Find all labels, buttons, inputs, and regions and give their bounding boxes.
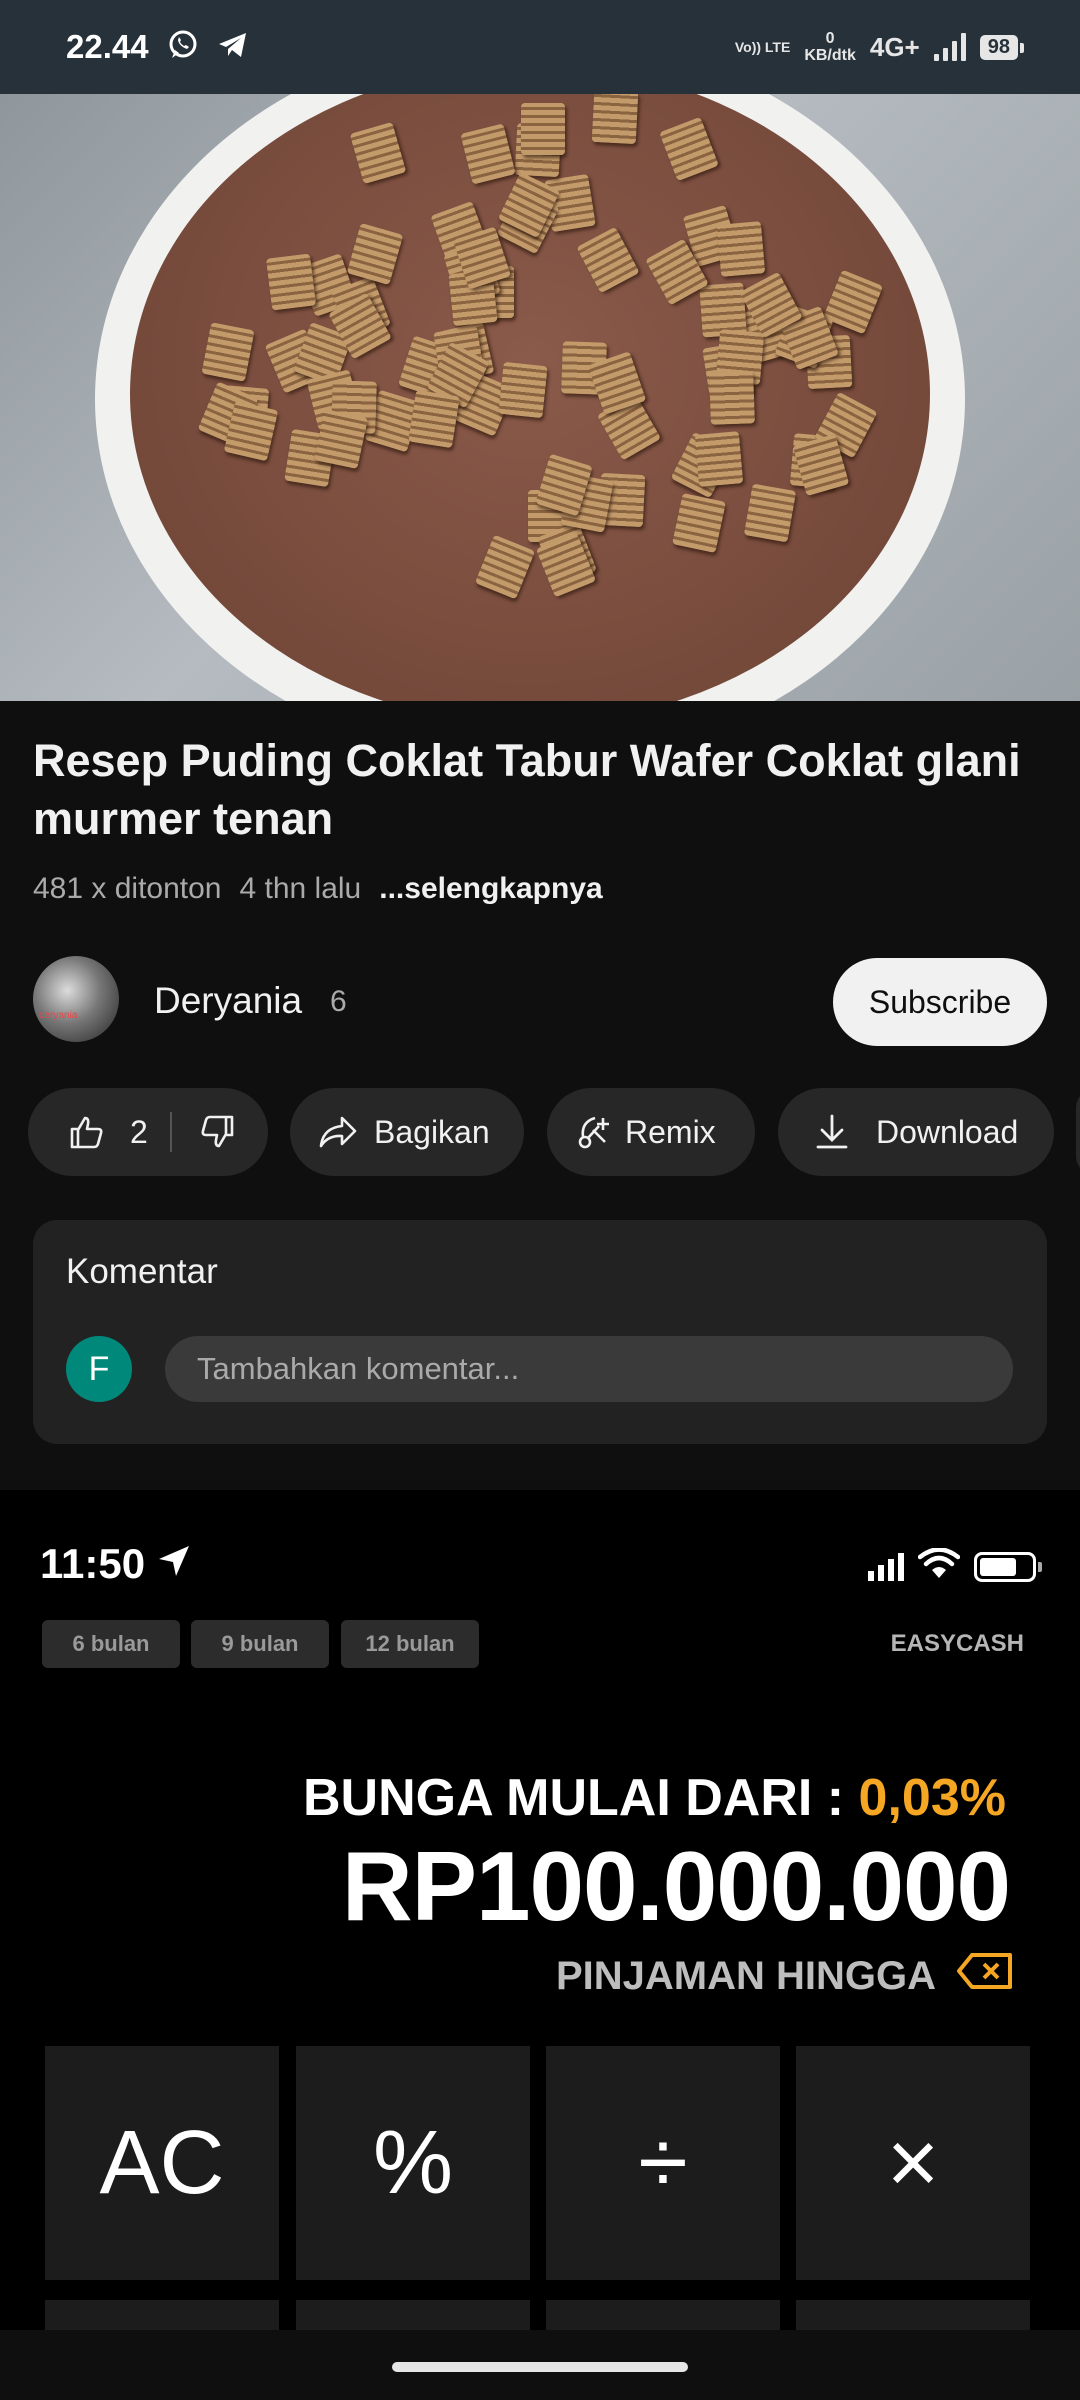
download-label: Download xyxy=(876,1113,1019,1150)
like-count: 2 xyxy=(130,1113,148,1150)
wafer-piece xyxy=(266,253,317,311)
share-label: Bagikan xyxy=(374,1113,490,1150)
wafer-piece xyxy=(694,431,743,488)
like-dislike-pill: 2 xyxy=(28,1088,268,1176)
like-divider xyxy=(169,1112,172,1152)
wafer-piece xyxy=(498,362,548,419)
calc-key-row2-4[interactable] xyxy=(796,2300,1030,2330)
ad-loan-label-row: PINJAMAN HINGGA xyxy=(556,1952,1014,2000)
ad-time: 11:50 xyxy=(40,1540,191,1588)
calc-key-row2-2[interactable] xyxy=(296,2300,530,2330)
wafer-piece xyxy=(717,221,766,277)
wafer-piece xyxy=(201,322,255,382)
avatar-caption: deryania xyxy=(39,1010,78,1021)
wafer-piece xyxy=(743,483,796,542)
dislike-icon[interactable] xyxy=(198,1113,236,1151)
calc-key-divide[interactable]: ÷ xyxy=(546,2046,780,2280)
channel-avatar[interactable]: deryania xyxy=(33,956,119,1042)
ad-wifi-icon xyxy=(917,1547,961,1585)
telegram-icon xyxy=(217,30,249,65)
calc-key-ac[interactable]: AC xyxy=(45,2046,279,2280)
video-player[interactable] xyxy=(0,94,1080,701)
remix-icon xyxy=(575,1112,615,1152)
calc-key-row2-3[interactable] xyxy=(546,2300,780,2330)
status-left: 22.44 xyxy=(66,28,249,66)
wafer-piece xyxy=(591,94,639,145)
whatsapp-icon xyxy=(167,29,199,66)
status-right: Vo)) LTE 0 KB/dtk 4G+ 98 xyxy=(734,30,1025,64)
wafer-piece xyxy=(709,371,755,426)
calc-key-row2-1[interactable] xyxy=(45,2300,279,2330)
share-button[interactable]: Bagikan xyxy=(290,1088,524,1176)
net-speed-unit: KB/dtk xyxy=(804,47,856,64)
ad-rate-label: BUNGA MULAI DARI : xyxy=(302,1769,845,1827)
calc-key-multiply[interactable]: × xyxy=(796,2046,1030,2280)
status-bar: 22.44 Vo)) LTE 0 KB/dtk 4G+ 98 xyxy=(0,0,1080,94)
subscribe-button[interactable]: Subscribe xyxy=(833,958,1047,1046)
backspace-icon xyxy=(956,1952,1014,2000)
subscriber-count: 6 xyxy=(330,985,347,1018)
wafer-piece xyxy=(521,102,566,155)
comments-section[interactable]: Komentar F Tambahkan komentar... xyxy=(33,1220,1047,1444)
tenor-option-6[interactable]: 6 bulan xyxy=(42,1620,180,1668)
share-icon xyxy=(318,1114,358,1150)
tenor-option-9[interactable]: 9 bulan xyxy=(191,1620,329,1668)
ad-loan-label: PINJAMAN HINGGA xyxy=(555,1953,936,1998)
signal-icon xyxy=(933,33,966,61)
network-type: 4G+ xyxy=(869,31,920,62)
calc-key-percent[interactable]: % xyxy=(296,2046,530,2280)
like-icon[interactable] xyxy=(68,1113,106,1151)
ad-time-text: 11:50 xyxy=(40,1540,146,1587)
home-indicator[interactable] xyxy=(392,2362,688,2372)
battery-icon: 98 xyxy=(979,34,1025,60)
view-count: 481 x ditonton xyxy=(33,872,222,905)
video-title[interactable]: Resep Puding Coklat Tabur Wafer Coklat g… xyxy=(33,732,1043,848)
more-link[interactable]: ...selengkapnya xyxy=(379,872,602,906)
channel-name[interactable]: Deryania xyxy=(154,980,302,1022)
ad-brand: EASYCASH xyxy=(890,1630,1024,1657)
more-actions-pill[interactable] xyxy=(1076,1088,1080,1176)
tenor-option-12[interactable]: 12 bulan xyxy=(341,1620,479,1668)
location-arrow-icon xyxy=(157,1540,191,1588)
ad-rate-line: BUNGA MULAI DARI : 0,03% xyxy=(303,1768,1006,1828)
ad-banner[interactable]: 11:50 6 bulan 9 bulan 12 bulan EASYCASH … xyxy=(0,1490,1080,2330)
net-speed: 0 KB/dtk xyxy=(804,30,856,64)
video-meta[interactable]: 481 x ditonton 4 thn lalu ...selengkapny… xyxy=(33,872,603,906)
comment-input[interactable]: Tambahkan komentar... xyxy=(165,1336,1013,1402)
download-icon xyxy=(814,1113,850,1151)
ad-loan-amount: RP100.000.000 xyxy=(341,1831,1011,1941)
ad-signal-icon xyxy=(868,1552,904,1581)
net-speed-value: 0 xyxy=(825,30,835,47)
remix-button[interactable]: Remix xyxy=(547,1088,755,1176)
ad-rate-value: 0,03% xyxy=(858,1769,1006,1827)
comments-title: Komentar xyxy=(66,1252,218,1291)
user-avatar: F xyxy=(66,1336,132,1402)
remix-label: Remix xyxy=(625,1113,716,1150)
wafer-piece xyxy=(407,389,460,448)
download-button[interactable]: Download xyxy=(778,1088,1054,1176)
ad-status-icons xyxy=(868,1547,1042,1585)
status-time: 22.44 xyxy=(66,28,149,65)
volte-indicator: Vo)) LTE xyxy=(734,39,791,55)
upload-age: 4 thn lalu xyxy=(239,872,362,905)
ad-battery-icon xyxy=(974,1551,1042,1582)
